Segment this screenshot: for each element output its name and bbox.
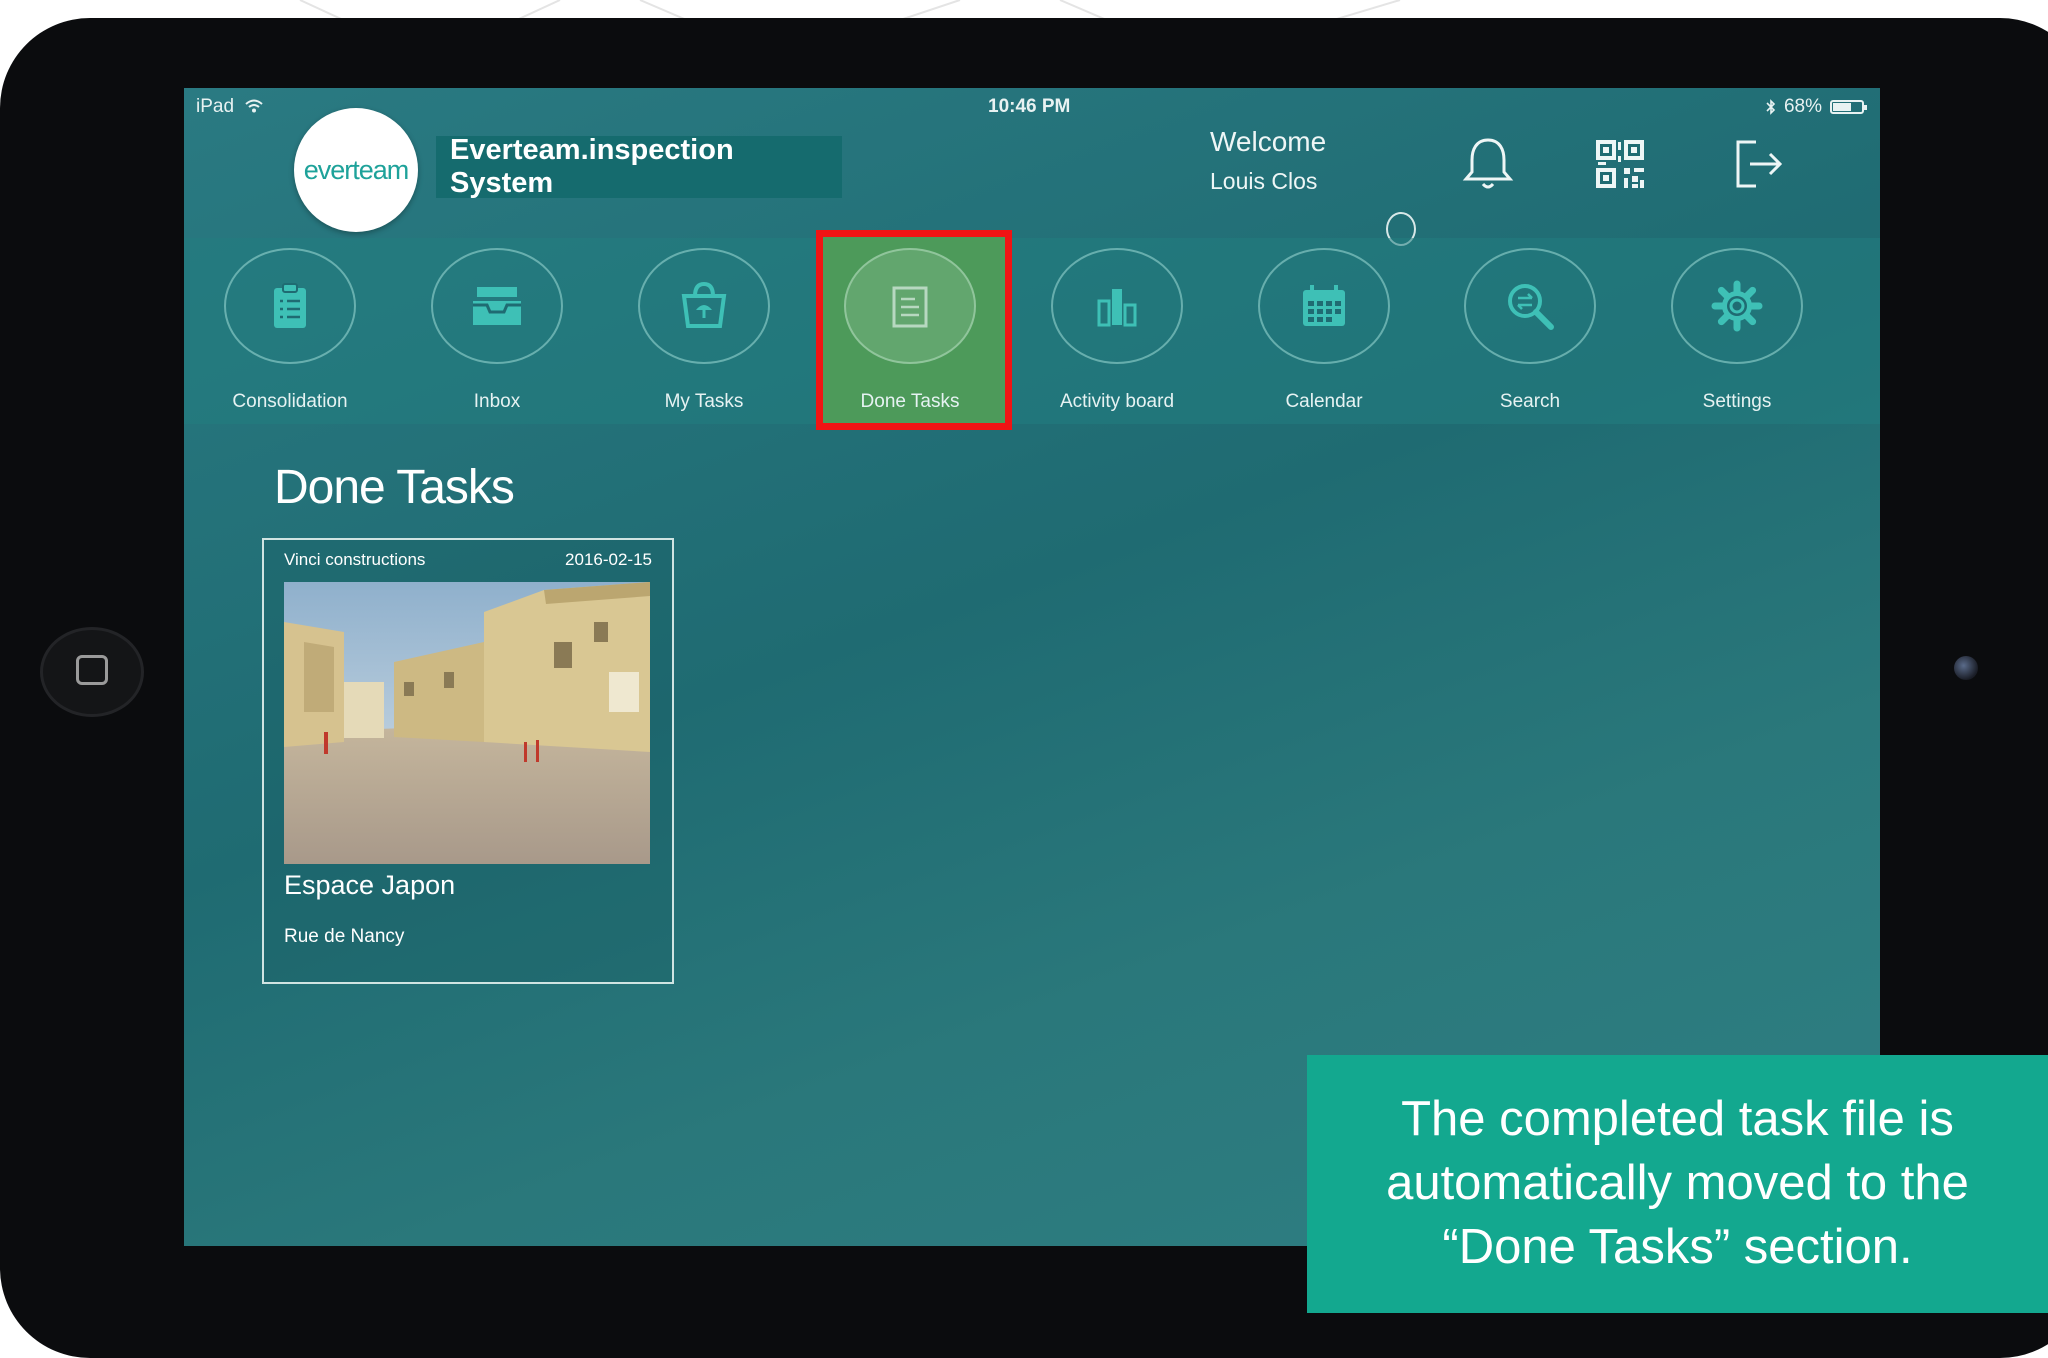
status-time: 10:46 PM xyxy=(988,96,1071,117)
nav-calendar[interactable]: Calendar xyxy=(1234,238,1414,424)
status-bar: iPad 10:46 PM 68% xyxy=(184,88,1880,124)
caption-banner: The completed task file is automatically… xyxy=(1307,1055,2048,1313)
nav-circle xyxy=(1671,248,1803,364)
nav-label: Settings xyxy=(1702,391,1772,412)
user-name: Louis Clos xyxy=(1210,168,1318,194)
qr-code-icon[interactable] xyxy=(1588,132,1652,196)
task-date: 2016-02-15 xyxy=(565,550,652,569)
welcome-label: Welcome xyxy=(1210,126,1327,157)
nav-done-tasks[interactable]: Done Tasks xyxy=(816,230,1012,430)
welcome-block: Welcome Louis Clos xyxy=(1210,126,1326,195)
nav-activity-board[interactable]: Activity board xyxy=(1027,238,1207,424)
nav-circle xyxy=(1258,248,1390,364)
nav-search[interactable]: Search xyxy=(1440,238,1620,424)
nav-label: Activity board xyxy=(1059,391,1175,412)
document-icon xyxy=(892,286,928,328)
task-card[interactable]: Vinci constructions 2016-02-15 Espace Ja… xyxy=(262,538,674,984)
battery-percent: 68% xyxy=(1783,96,1822,117)
gear-icon xyxy=(1711,280,1763,332)
site-photo xyxy=(284,582,650,864)
nav-circle xyxy=(844,248,976,364)
nav-label: Inbox xyxy=(473,391,521,412)
everteam-logo: everteam xyxy=(294,108,418,232)
basket-icon xyxy=(681,281,727,328)
home-button[interactable] xyxy=(40,627,144,717)
device-name: iPad xyxy=(196,96,235,117)
nav-inbox[interactable]: Inbox xyxy=(407,238,587,424)
nav-settings[interactable]: Settings xyxy=(1647,238,1827,424)
search-icon xyxy=(1508,284,1554,330)
nav-label: My Tasks xyxy=(664,391,744,412)
status-left: iPad xyxy=(196,96,263,118)
section-title: Done Tasks xyxy=(274,461,515,514)
nav-circle xyxy=(431,248,563,364)
nav-circle xyxy=(638,248,770,364)
logo-text: everteam xyxy=(303,154,410,185)
nav-circle xyxy=(1464,248,1596,364)
task-address: Rue de Nancy xyxy=(284,926,405,947)
home-square-icon xyxy=(76,655,108,685)
bell-icon[interactable] xyxy=(1456,132,1520,196)
nav-circle xyxy=(224,248,356,364)
task-name: Espace Japon xyxy=(284,870,456,900)
nav-label: Consolidation xyxy=(232,391,348,412)
inbox-tray-icon xyxy=(473,287,521,325)
nav-my-tasks[interactable]: My Tasks xyxy=(614,238,794,424)
main-nav: Consolidation Inbox My Tasks Done Tasks … xyxy=(184,230,1880,430)
battery-icon xyxy=(1830,100,1867,114)
nav-label: Search xyxy=(1499,391,1561,412)
nav-circle xyxy=(1051,248,1183,364)
nav-consolidation[interactable]: Consolidation xyxy=(200,238,380,424)
bluetooth-icon xyxy=(1766,99,1776,115)
nav-label: Calendar xyxy=(1285,391,1363,412)
nav-label: Done Tasks xyxy=(860,391,960,412)
task-company: Vinci constructions xyxy=(284,550,426,569)
bar-chart-icon xyxy=(1097,289,1137,327)
camera-icon xyxy=(1954,656,1978,680)
status-right: 68% xyxy=(1766,96,1867,118)
logout-icon[interactable] xyxy=(1726,132,1790,196)
calendar-icon xyxy=(1303,285,1345,326)
app-title: Everteam.inspection System xyxy=(436,134,842,199)
clipboard-icon xyxy=(274,283,306,328)
wifi-icon xyxy=(245,99,263,113)
